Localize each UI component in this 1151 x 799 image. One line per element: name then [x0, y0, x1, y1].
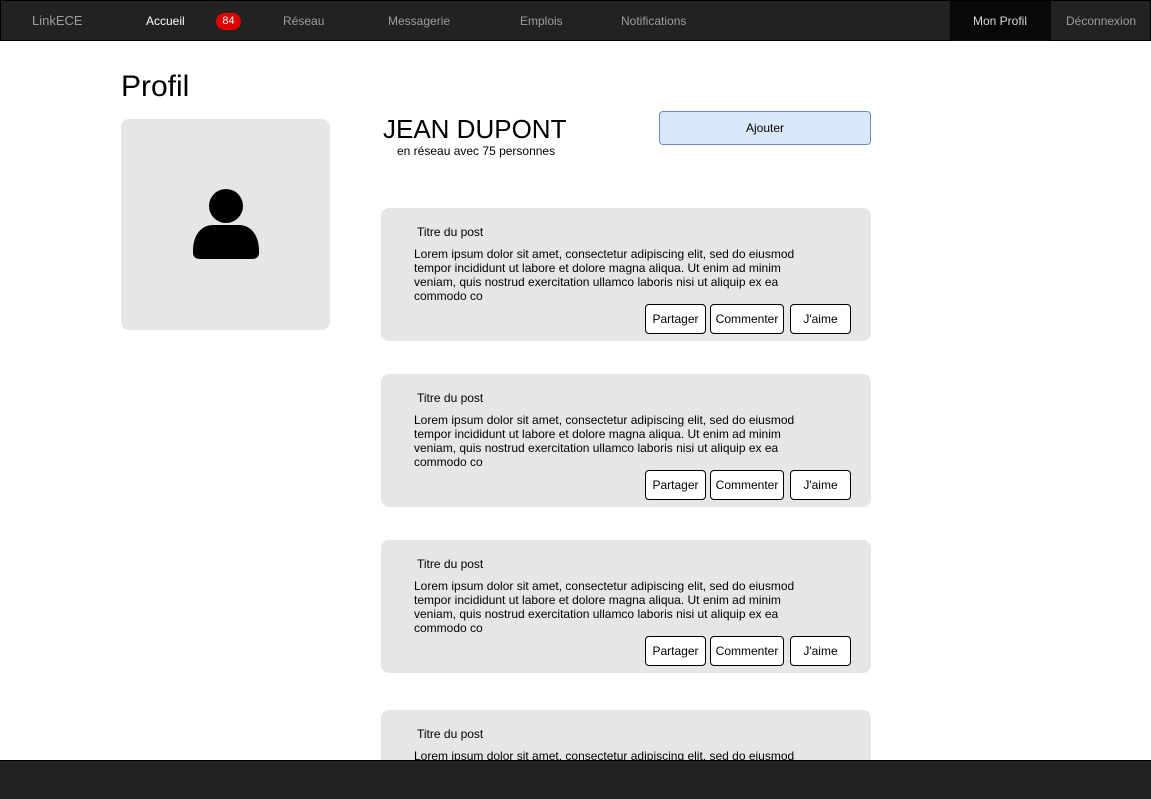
like-button[interactable]: J'aime — [790, 304, 851, 334]
comment-button[interactable]: Commenter — [710, 304, 784, 334]
post-body: Lorem ipsum dolor sit amet, consectetur … — [414, 579, 795, 635]
brand-logo[interactable]: LinkECE — [32, 1, 83, 41]
post-body: Lorem ipsum dolor sit amet, consectetur … — [414, 413, 795, 469]
post-title: Titre du post — [417, 225, 484, 239]
post-title: Titre du post — [417, 391, 484, 405]
top-navbar: LinkECE Accueil 84 Réseau Messagerie Emp… — [0, 0, 1151, 41]
footer-bar — [0, 760, 1151, 799]
notification-count-badge: 84 — [216, 13, 241, 30]
post-card: Titre du post Lorem ipsum dolor sit amet… — [381, 710, 871, 763]
comment-button[interactable]: Commenter — [710, 470, 784, 500]
page-title: Profil — [121, 70, 190, 103]
like-button[interactable]: J'aime — [790, 636, 851, 666]
nav-item-mon-profil[interactable]: Mon Profil — [973, 1, 1027, 41]
share-button[interactable]: Partager — [645, 304, 706, 334]
post-card: Titre du post Lorem ipsum dolor sit amet… — [381, 374, 871, 507]
user-icon — [193, 189, 259, 259]
nav-item-messagerie[interactable]: Messagerie — [388, 1, 450, 41]
profile-avatar-card — [121, 119, 330, 330]
post-title: Titre du post — [417, 727, 484, 741]
share-button[interactable]: Partager — [645, 470, 706, 500]
post-card: Titre du post Lorem ipsum dolor sit amet… — [381, 540, 871, 673]
nav-item-reseau[interactable]: Réseau — [283, 1, 324, 41]
like-button[interactable]: J'aime — [790, 470, 851, 500]
profile-name: JEAN DUPONT — [383, 114, 567, 144]
profile-network-count: en réseau avec 75 personnes — [397, 144, 556, 158]
nav-item-deconnexion[interactable]: Déconnexion — [1066, 1, 1136, 41]
nav-item-notifications[interactable]: Notifications — [621, 1, 686, 41]
add-contact-button[interactable]: Ajouter — [659, 111, 871, 145]
nav-item-accueil[interactable]: Accueil — [146, 1, 185, 41]
comment-button[interactable]: Commenter — [710, 636, 784, 666]
post-card: Titre du post Lorem ipsum dolor sit amet… — [381, 208, 871, 341]
post-body: Lorem ipsum dolor sit amet, consectetur … — [414, 247, 795, 303]
nav-item-emplois[interactable]: Emplois — [520, 1, 563, 41]
share-button[interactable]: Partager — [645, 636, 706, 666]
post-title: Titre du post — [417, 557, 484, 571]
